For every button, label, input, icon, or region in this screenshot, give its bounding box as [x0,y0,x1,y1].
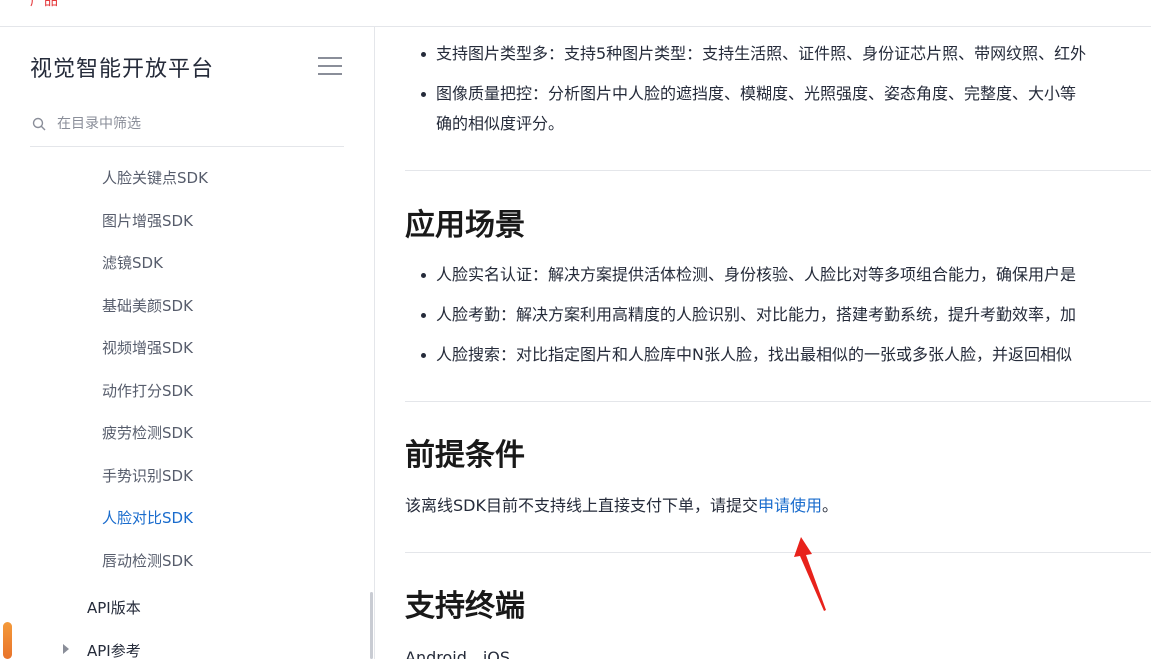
main-content: 支持图片类型多：支持5种图片类型：支持生活照、证件照、身份证芯片照、带网纹照、红… [405,27,1151,659]
divider [405,552,1151,553]
annotation-arrow-icon [794,537,826,611]
search-icon [32,117,46,131]
divider [405,170,1151,171]
sidebar-scrollbar[interactable] [370,592,373,659]
scene-item: 人脸搜索：对比指定图片和人脸库中N张人脸，找出最相似的一张或多张人脸，并返回相似 [421,340,1072,370]
sidebar: 视觉智能开放平台 人脸关键点SDK 图片增强SDK 滤镜SDK 基础美颜SDK … [0,27,375,659]
sidebar-item-lip-detect-sdk[interactable]: 唇动检测SDK [102,550,193,571]
prerequisite-text-before: 该离线SDK目前不支持线上直接支付下单，请提交 [405,496,758,515]
search-input[interactable] [57,113,337,135]
sidebar-item-api-version[interactable]: API版本 [87,597,141,618]
prerequisite-text-after: 。 [822,496,839,515]
caret-right-icon[interactable] [63,644,69,654]
scene-item: 人脸实名认证：解决方案提供活体检测、身份核验、人脸比对等多项组合能力，确保用户是 [420,260,1076,290]
prerequisite-text: 该离线SDK目前不支持线上直接支付下单，请提交申请使用。 [405,491,838,521]
sidebar-search [30,109,344,147]
sidebar-item-filter-sdk[interactable]: 滤镜SDK [102,252,163,273]
sidebar-item-face-keypoint-sdk[interactable]: 人脸关键点SDK [102,167,208,188]
top-bar: 产品 [0,0,1151,27]
sidebar-item-gesture-sdk[interactable]: 手势识别SDK [102,465,193,486]
feature-item-continuation: 确的相似度评分。 [436,114,565,133]
menu-icon[interactable] [318,57,342,75]
feature-item: 支持图片类型多：支持5种图片类型：支持生活照、证件照、身份证芯片照、带网纹照、红… [420,39,1086,69]
sidebar-item-face-compare-sdk[interactable]: 人脸对比SDK [102,507,193,528]
heading-prerequisites: 前提条件 [405,438,525,473]
feature-item: 图像质量把控：分析图片中人脸的遮挡度、模糊度、光照强度、姿态角度、完整度、大小等 [420,79,1076,109]
sidebar-item-beauty-sdk[interactable]: 基础美颜SDK [102,295,193,316]
sidebar-title: 视觉智能开放平台 [30,57,215,82]
sidebar-item-fatigue-detect-sdk[interactable]: 疲劳检测SDK [102,422,193,443]
sidebar-item-image-enhance-sdk[interactable]: 图片增强SDK [102,210,193,231]
side-widget-tab[interactable] [3,622,12,659]
top-bar-clipped-text[interactable]: 产品 [30,0,58,10]
scene-item: 人脸考勤：解决方案利用高精度的人脸识别、对比能力，搭建考勤系统，提升考勤效率，加 [420,300,1076,330]
apply-link[interactable]: 申请使用 [758,496,822,515]
heading-supported-terminals: 支持终端 [405,589,525,624]
heading-scenes: 应用场景 [405,208,525,243]
supported-terminals-text: Android、iOS [405,648,511,659]
divider [405,401,1151,402]
sidebar-item-api-reference[interactable]: API参考 [87,640,141,659]
sidebar-item-video-enhance-sdk[interactable]: 视频增强SDK [102,337,193,358]
sidebar-item-action-score-sdk[interactable]: 动作打分SDK [102,380,193,401]
